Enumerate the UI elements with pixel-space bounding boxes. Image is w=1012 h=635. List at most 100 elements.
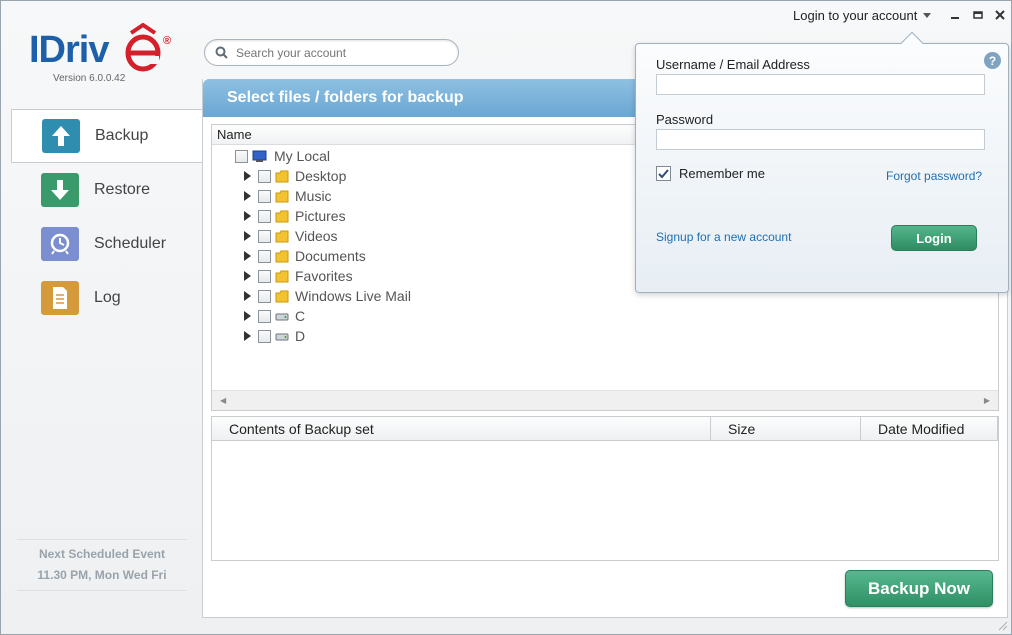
tree-label: Videos	[295, 228, 338, 244]
sidebar-item-label: Backup	[95, 127, 149, 144]
tree-label: My Local	[274, 148, 331, 164]
sidebar: Backup Restore Scheduler Log	[1, 109, 203, 325]
login-link-label: Login to your account	[793, 8, 918, 23]
expand-arrow-icon[interactable]	[244, 291, 256, 301]
checkbox[interactable]	[235, 149, 248, 163]
search-box[interactable]	[204, 39, 459, 66]
checkbox[interactable]	[258, 329, 271, 343]
remember-checkbox[interactable]	[656, 166, 671, 181]
tree-label: Windows Live Mail	[295, 288, 411, 304]
sidebar-item-label: Restore	[94, 181, 151, 198]
password-field[interactable]	[656, 129, 985, 150]
tree-row-pictures[interactable]: Pictures	[244, 206, 346, 226]
backup-up-arrow-icon	[42, 119, 80, 153]
checkbox[interactable]	[258, 209, 271, 223]
expand-arrow-icon[interactable]	[244, 171, 256, 181]
idrive-logo: IDriv ® Version 6.0.0.42	[29, 21, 179, 84]
log-document-icon	[41, 281, 79, 315]
column-size[interactable]: Size	[711, 417, 861, 440]
expand-arrow-icon[interactable]	[244, 211, 256, 221]
checkbox[interactable]	[258, 309, 271, 323]
chevron-down-icon	[923, 13, 932, 18]
column-contents[interactable]: Contents of Backup set	[212, 417, 711, 440]
folder-icon	[275, 190, 289, 202]
tree-row-my-local[interactable]: My Local	[235, 146, 330, 166]
login-button[interactable]: Login	[891, 225, 977, 251]
tree-label: D	[295, 328, 306, 344]
checkmark-icon	[658, 168, 669, 178]
tree-row-videos[interactable]: Videos	[244, 226, 338, 246]
tree-label: Pictures	[295, 208, 346, 224]
checkbox[interactable]	[258, 289, 271, 303]
expand-arrow-icon[interactable]	[244, 231, 256, 241]
minimize-icon[interactable]	[947, 7, 963, 23]
tree-row-drive-d[interactable]: D	[244, 326, 305, 346]
registered-mark: ®	[163, 35, 172, 47]
next-event-time: 11.30 PM, Mon Wed Fri	[37, 568, 167, 582]
checkbox[interactable]	[258, 229, 271, 243]
tree-row-documents[interactable]: Documents	[244, 246, 366, 266]
sidebar-item-scheduler[interactable]: Scheduler	[1, 217, 202, 271]
backup-contents-table: Contents of Backup set Size Date Modifie…	[211, 416, 999, 561]
version-label: Version 6.0.0.42	[53, 73, 126, 84]
folder-icon	[275, 290, 289, 302]
scheduler-clock-icon	[41, 227, 79, 261]
folder-icon	[275, 170, 289, 182]
login-popup: ? Username / Email Address Password Reme…	[635, 31, 1009, 293]
maximize-icon[interactable]	[970, 7, 986, 23]
tree-row-desktop[interactable]: Desktop	[244, 166, 346, 186]
tree-row-favorites[interactable]: Favorites	[244, 266, 353, 286]
search-input[interactable]	[236, 45, 436, 60]
checkbox[interactable]	[258, 169, 271, 183]
logo-text: IDriv	[29, 29, 109, 71]
signup-link[interactable]: Signup for a new account	[656, 230, 791, 244]
sidebar-item-label: Log	[94, 289, 121, 306]
column-date-modified[interactable]: Date Modified	[861, 417, 998, 440]
tree-label: Favorites	[295, 268, 353, 284]
tree-label: Music	[295, 188, 332, 204]
tree-row-windows-live-mail[interactable]: Windows Live Mail	[244, 286, 411, 306]
forgot-password-link[interactable]: Forgot password?	[886, 169, 982, 183]
close-icon[interactable]	[992, 7, 1008, 23]
tree-label: Documents	[295, 248, 366, 264]
folder-icon	[275, 210, 289, 222]
tree-row-drive-c[interactable]: C	[244, 306, 305, 326]
username-label: Username / Email Address	[656, 57, 810, 72]
folder-icon	[275, 230, 289, 242]
tree-row-music[interactable]: Music	[244, 186, 332, 206]
next-scheduled-event: Next Scheduled Event 11.30 PM, Mon Wed F…	[17, 539, 187, 591]
remember-me[interactable]: Remember me	[656, 166, 765, 181]
expand-arrow-icon[interactable]	[244, 311, 256, 321]
table-header: Contents of Backup set Size Date Modifie…	[212, 417, 998, 441]
horizontal-scrollbar[interactable]: ◀ ▶	[212, 390, 998, 410]
folder-icon	[275, 270, 289, 282]
sidebar-item-backup[interactable]: Backup	[11, 109, 203, 163]
checkbox[interactable]	[258, 249, 271, 263]
expand-arrow-icon[interactable]	[244, 191, 256, 201]
sidebar-item-log[interactable]: Log	[1, 271, 202, 325]
expand-arrow-icon[interactable]	[244, 331, 256, 341]
expand-arrow-icon[interactable]	[244, 271, 256, 281]
resize-grip-icon[interactable]	[998, 621, 1008, 631]
popup-pointer	[900, 31, 924, 55]
tree-label: C	[295, 308, 306, 324]
folder-icon	[275, 250, 289, 262]
remember-label: Remember me	[679, 166, 765, 181]
help-icon[interactable]: ?	[984, 52, 1001, 69]
restore-down-arrow-icon	[41, 173, 79, 207]
username-field[interactable]	[656, 74, 985, 95]
login-to-account-link[interactable]: Login to your account	[793, 8, 932, 23]
scroll-right-icon[interactable]: ▶	[984, 396, 990, 405]
app-window: IDriv ® Version 6.0.0.42 Login to your a…	[0, 0, 1012, 635]
expand-arrow-icon[interactable]	[244, 251, 256, 261]
drive-icon	[275, 313, 289, 320]
logo-e-icon	[125, 23, 161, 72]
sidebar-item-label: Scheduler	[94, 235, 167, 252]
sidebar-item-restore[interactable]: Restore	[1, 163, 202, 217]
next-event-title: Next Scheduled Event	[38, 547, 166, 561]
backup-now-button[interactable]: Backup Now	[845, 570, 993, 607]
password-label: Password	[656, 112, 714, 127]
checkbox[interactable]	[258, 269, 271, 283]
checkbox[interactable]	[258, 189, 271, 203]
scroll-left-icon[interactable]: ◀	[220, 396, 226, 405]
